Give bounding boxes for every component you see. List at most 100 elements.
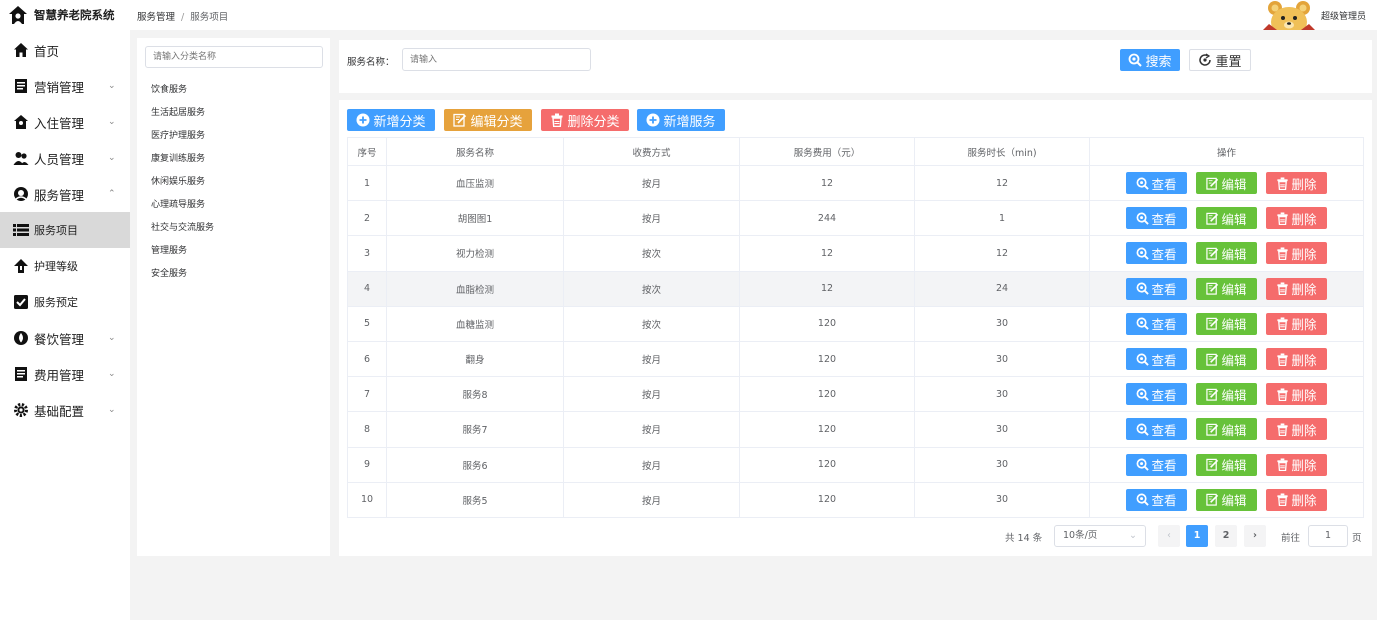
delete-category-button[interactable]: 删除分类 (541, 109, 629, 131)
sidebar-item-settings[interactable]: 基础配置 ⌄ (0, 392, 130, 428)
page-button[interactable]: 1 (1186, 525, 1208, 547)
cell-fee: 120 (739, 481, 915, 518)
edit-icon (1206, 423, 1219, 436)
people-icon (12, 149, 30, 167)
goto-page-input[interactable]: 1 (1308, 525, 1348, 547)
delete-button[interactable]: 删除 (1266, 453, 1327, 476)
view-button[interactable]: 查看 (1126, 172, 1187, 195)
delete-button[interactable]: 删除 (1266, 348, 1327, 371)
cell-actions: 查看 编辑 删除 (1089, 481, 1364, 518)
edit-button-label: 编辑 (1221, 422, 1247, 438)
reset-button[interactable]: 重置 (1189, 49, 1251, 71)
view-button[interactable]: 查看 (1126, 312, 1187, 335)
edit-button[interactable]: 编辑 (1196, 172, 1257, 195)
edit-button[interactable]: 编辑 (1196, 383, 1257, 406)
view-button-label: 查看 (1151, 422, 1177, 438)
sidebar-item-label: 人员管理 (34, 151, 85, 167)
delete-button[interactable]: 删除 (1266, 207, 1327, 230)
view-button[interactable]: 查看 (1126, 418, 1187, 441)
search-icon (1128, 53, 1143, 67)
edit-icon (1206, 388, 1219, 401)
sidebar-item-home[interactable]: 首页 (0, 32, 130, 68)
cell-index: 5 (347, 305, 387, 342)
add-service-button[interactable]: 新增服务 (637, 109, 725, 131)
arrow-up-icon (12, 257, 30, 275)
delete-button[interactable]: 删除 (1266, 172, 1327, 195)
delete-button[interactable]: 删除 (1266, 488, 1327, 511)
cell-index: 8 (347, 411, 387, 448)
edit-button[interactable]: 编辑 (1196, 453, 1257, 476)
cell-index: 1 (347, 164, 387, 202)
category-search-input[interactable] (145, 46, 323, 68)
cell-index: 4 (347, 270, 387, 307)
sidebar-item-marketing[interactable]: 营销管理 ⌄ (0, 68, 130, 104)
droplet-icon (12, 329, 30, 347)
category-item[interactable]: 管理服务 (151, 243, 187, 256)
sidebar-item-catering[interactable]: 餐饮管理 ⌄ (0, 320, 130, 356)
service-icon (12, 185, 30, 203)
category-item[interactable]: 生活起居服务 (151, 105, 205, 118)
category-item[interactable]: 医疗护理服务 (151, 128, 205, 141)
breadcrumb-parent[interactable]: 服务管理 (137, 12, 175, 23)
search-icon (1136, 423, 1150, 436)
sidebar-item-fees[interactable]: 费用管理 ⌄ (0, 356, 130, 392)
username[interactable]: 超级管理员 (1321, 9, 1366, 22)
view-button[interactable]: 查看 (1126, 277, 1187, 300)
page-button[interactable]: 2 (1215, 525, 1237, 547)
sidebar-item-care-level[interactable]: 护理等级 (0, 248, 130, 284)
page-size-select[interactable]: 10条/页 ⌄ (1054, 525, 1146, 547)
edit-category-button[interactable]: 编辑分类 (444, 109, 532, 131)
delete-button[interactable]: 删除 (1266, 418, 1327, 441)
edit-button[interactable]: 编辑 (1196, 242, 1257, 265)
category-item[interactable]: 社交与交流服务 (151, 220, 214, 233)
edit-button[interactable]: 编辑 (1196, 488, 1257, 511)
sidebar-item-staff[interactable]: 人员管理 ⌄ (0, 140, 130, 176)
delete-button[interactable]: 删除 (1266, 242, 1327, 265)
cell-service-name: 视力检测 (386, 235, 564, 272)
service-name-input[interactable] (402, 48, 591, 71)
category-item[interactable]: 安全服务 (151, 266, 187, 279)
table-row: 10 服务5 按月 120 30 查看 编辑 删除 (347, 481, 1364, 518)
delete-button[interactable]: 删除 (1266, 312, 1327, 335)
table-row: 6 翻身 按月 120 30 查看 编辑 删除 (347, 340, 1364, 378)
edit-button[interactable]: 编辑 (1196, 207, 1257, 230)
category-item[interactable]: 康复训练服务 (151, 151, 205, 164)
sidebar-item-booking[interactable]: 服务预定 (0, 284, 130, 320)
chevron-down-icon: ⌄ (108, 333, 116, 343)
view-button[interactable]: 查看 (1126, 383, 1187, 406)
edit-button[interactable]: 编辑 (1196, 418, 1257, 441)
view-button[interactable]: 查看 (1126, 207, 1187, 230)
edit-button[interactable]: 编辑 (1196, 277, 1257, 300)
column-header-index: 序号 (347, 137, 387, 166)
edit-button[interactable]: 编辑 (1196, 348, 1257, 371)
category-item[interactable]: 饮食服务 (151, 82, 187, 95)
category-item[interactable]: 休闲娱乐服务 (151, 174, 205, 187)
view-button[interactable]: 查看 (1126, 348, 1187, 371)
next-page-button[interactable]: › (1244, 525, 1266, 547)
sidebar-item-service-items[interactable]: 服务项目 (0, 212, 130, 248)
prev-page-button[interactable]: ‹ (1158, 525, 1180, 547)
sidebar-item-service[interactable]: 服务管理 ⌃ (0, 176, 130, 212)
cell-index: 9 (347, 446, 387, 483)
category-item[interactable]: 心理疏导服务 (151, 197, 205, 210)
cell-actions: 查看 编辑 删除 (1089, 235, 1364, 272)
add-category-button[interactable]: 新增分类 (347, 109, 435, 131)
delete-button-label: 删除 (1291, 317, 1317, 333)
cell-service-name: 服务8 (386, 376, 564, 413)
trash-icon (1276, 493, 1289, 507)
search-button[interactable]: 搜索 (1120, 49, 1180, 71)
cell-fee: 244 (739, 200, 915, 237)
delete-button[interactable]: 删除 (1266, 277, 1327, 300)
cell-duration: 30 (914, 481, 1090, 518)
view-button[interactable]: 查看 (1126, 488, 1187, 511)
sidebar-item-checkin[interactable]: 入住管理 ⌄ (0, 104, 130, 140)
view-button[interactable]: 查看 (1126, 242, 1187, 265)
trash-icon (1276, 177, 1289, 190)
avatar[interactable] (1263, 0, 1315, 30)
view-button[interactable]: 查看 (1126, 453, 1187, 476)
category-panel: 饮食服务 生活起居服务 医疗护理服务 康复训练服务 休闲娱乐服务 心理疏导服务 … (137, 38, 330, 556)
table-row: 4 血脂检测 按次 12 24 查看 编辑 删除 (347, 270, 1364, 307)
delete-button[interactable]: 删除 (1266, 383, 1327, 406)
column-header-name: 服务名称 (386, 137, 564, 166)
edit-button[interactable]: 编辑 (1196, 312, 1257, 335)
